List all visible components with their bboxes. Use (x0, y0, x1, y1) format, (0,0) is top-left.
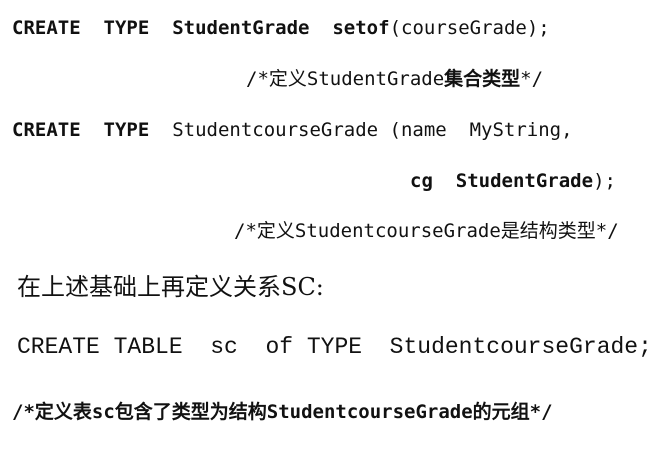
comment-part-b: 集合类型 (444, 68, 521, 90)
comment-part-c: */ (520, 68, 544, 90)
keyword-setof: setof (332, 17, 390, 39)
define-relation-heading: 在上述基础上再定义关系SC: (17, 273, 324, 301)
setof-argument: (courseGrade); (389, 17, 550, 39)
type-definition: StudentcourseGrade (name MyString, (172, 119, 573, 141)
field-name: cg (410, 170, 433, 192)
field-terminator: ); (593, 170, 616, 192)
keyword-create: CREATE (12, 17, 81, 39)
create-type-studentcoursegrade-line: CREATE TYPE StudentcourseGrade (name MyS… (12, 121, 573, 140)
comment-struct-type: /*定义StudentcourseGrade是结构类型*/ (234, 220, 619, 242)
comment-studentgrade-set-type: /*定义StudentGrade集合类型*/ (246, 70, 543, 89)
keyword-create: CREATE (12, 119, 81, 141)
field-type: StudentGrade (455, 170, 594, 192)
keyword-type: TYPE (103, 17, 150, 39)
create-type-studentgrade-line: CREATE TYPE StudentGrade setof(courseGra… (12, 19, 550, 38)
create-table-statement: CREATE TABLE sc of TYPE StudentcourseGra… (17, 334, 652, 360)
comment-part-a: /*定义StudentGrade (246, 68, 445, 90)
keyword-type: TYPE (103, 119, 150, 141)
field-cg-line: cg StudentGrade); (410, 172, 616, 191)
type-name: StudentGrade (172, 17, 310, 39)
comment-table-sc: /*定义表sc包含了类型为结构StudentcourseGrade的元组*/ (12, 401, 553, 423)
